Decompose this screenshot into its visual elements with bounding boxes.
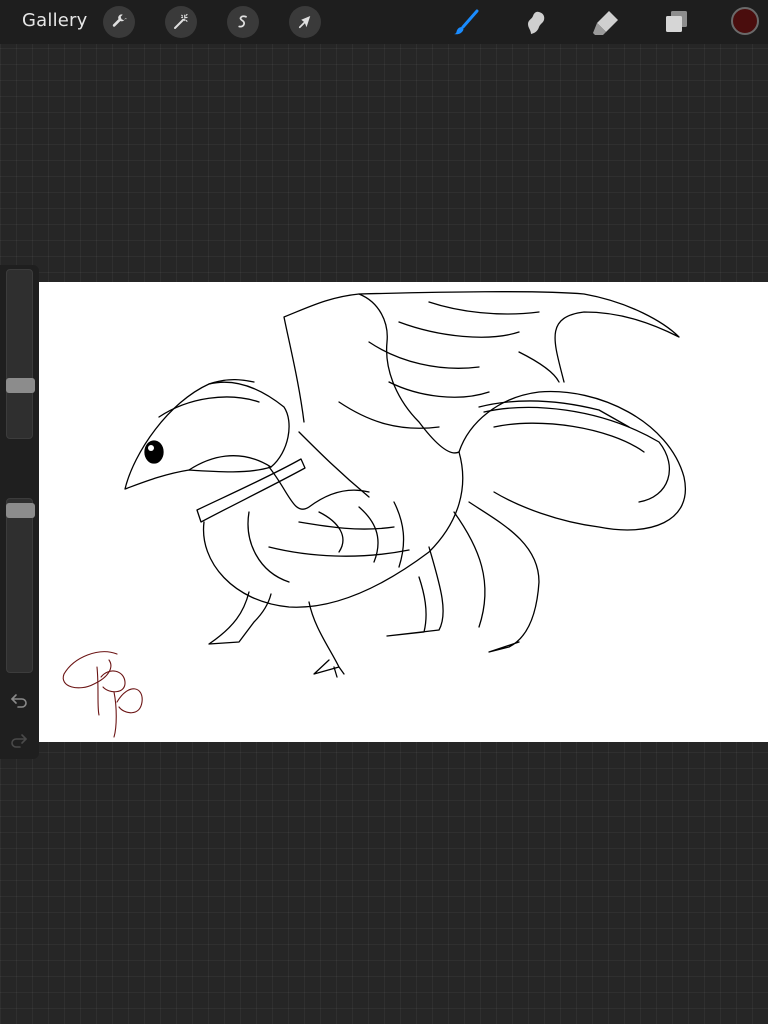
selection-button[interactable] — [227, 6, 259, 38]
wrench-icon — [112, 14, 127, 27]
layers-icon — [666, 11, 687, 32]
layers-button[interactable] — [660, 6, 692, 38]
transform-button[interactable] — [289, 6, 321, 38]
dragon-body — [202, 451, 464, 608]
selection-s-icon — [238, 15, 247, 28]
top-toolbar: Gallery — [0, 0, 768, 44]
drawing-canvas[interactable] — [39, 282, 768, 742]
artist-signature — [62, 651, 143, 738]
brush-size-thumb[interactable] — [6, 378, 35, 393]
redo-icon — [11, 734, 27, 748]
opacity-slider[interactable] — [6, 498, 35, 673]
actions-button[interactable] — [103, 6, 135, 38]
dragon-collar — [196, 458, 306, 523]
undo-icon — [11, 694, 27, 708]
left-sidebar — [0, 265, 39, 759]
procreate-app: Gallery — [0, 0, 768, 1024]
eraser-icon — [593, 11, 618, 35]
smudge-icon — [528, 11, 545, 34]
dragon-back-leg — [386, 546, 444, 637]
color-picker-swatch[interactable] — [731, 7, 759, 35]
redo-button[interactable] — [6, 727, 32, 753]
gallery-button[interactable]: Gallery — [22, 10, 88, 31]
brush-icon — [454, 9, 479, 35]
dragon-eye — [144, 440, 164, 464]
adjustments-button[interactable] — [165, 6, 197, 38]
brush-tool-button[interactable] — [450, 6, 482, 38]
eraser-tool-button[interactable] — [590, 6, 622, 38]
dragon-line-art — [62, 291, 687, 738]
transform-arrow-icon — [298, 16, 311, 29]
dragon-front-leg — [208, 591, 272, 645]
dragon-wing — [283, 291, 680, 423]
opacity-thumb[interactable] — [6, 503, 35, 518]
magic-wand-icon — [174, 13, 188, 29]
undo-button[interactable] — [6, 687, 32, 713]
smudge-tool-button[interactable] — [520, 6, 552, 38]
brush-size-slider[interactable] — [6, 269, 35, 439]
dragon-tail — [458, 390, 687, 531]
